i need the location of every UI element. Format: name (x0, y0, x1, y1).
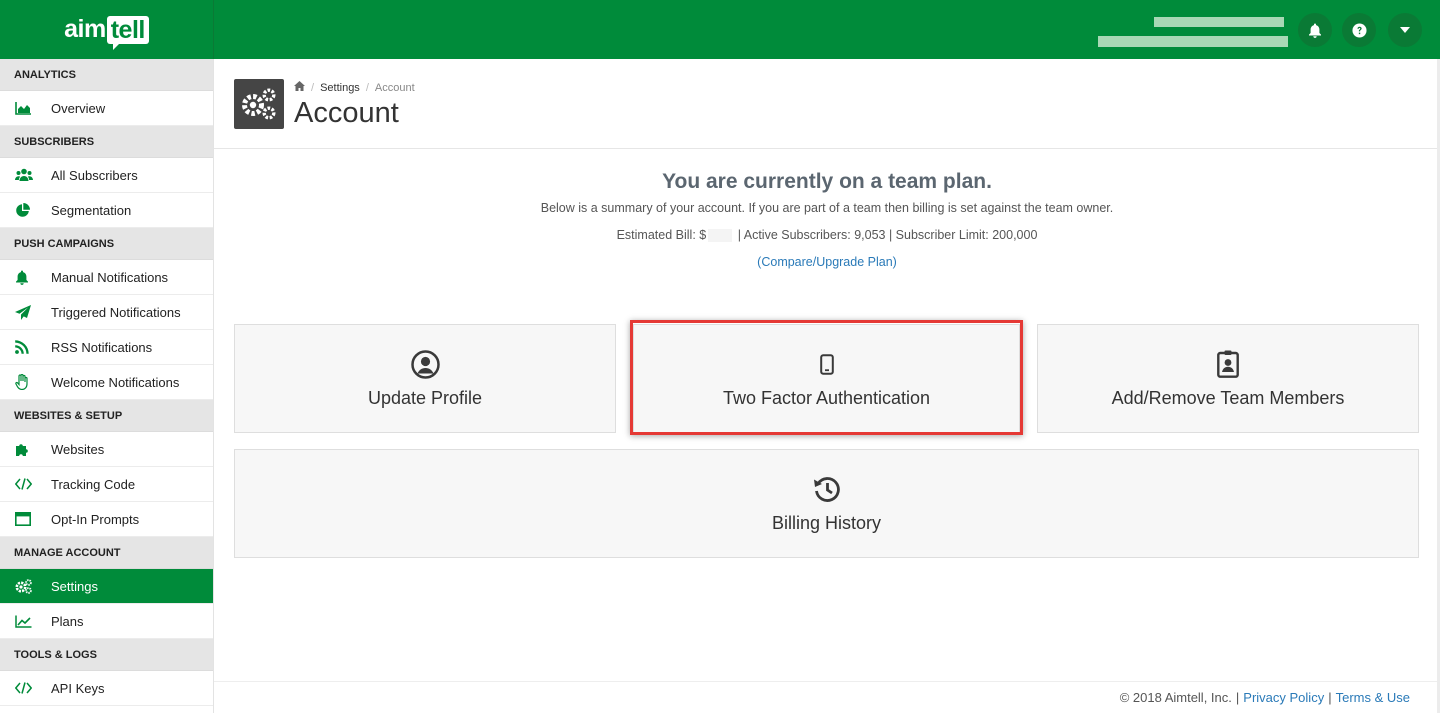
sidebar-section-websites-setup: WEBSITES & SETUP (0, 400, 213, 432)
estimated-bill-label: Estimated Bill: $ (616, 228, 707, 242)
users-icon (15, 167, 37, 183)
plan-heading: You are currently on a team plan. (662, 170, 992, 193)
sidebar-item-overview[interactable]: Overview (0, 91, 213, 126)
sidebar-item-label: API Keys (51, 680, 105, 696)
settings-gears-icon (234, 79, 284, 129)
sidebar-item-label: Tracking Code (51, 476, 136, 492)
breadcrumb: / Settings / Account (294, 81, 415, 94)
sidebar-item-label: Manual Notifications (51, 269, 169, 285)
sidebar-item-opt-in-prompts[interactable]: Opt-In Prompts (0, 502, 213, 537)
sidebar-item-api-keys[interactable]: API Keys (0, 671, 213, 706)
sidebar-section-push-campaigns: PUSH CAMPAIGNS (0, 228, 213, 260)
page-title: Account (294, 97, 399, 129)
bell-icon (15, 269, 37, 285)
compare-upgrade-plan-link[interactable]: (Compare/Upgrade Plan) (214, 255, 1440, 269)
code-icon (15, 476, 37, 492)
sidebar-item-label: Plans (51, 613, 84, 629)
top-bar: aim tell (0, 0, 1440, 59)
sidebar-item-label: Welcome Notifications (51, 374, 180, 390)
billing-stats: Estimated Bill: $ | Active Subscribers: … (214, 228, 1440, 243)
sidebar-item-segmentation[interactable]: Segmentation (0, 193, 213, 228)
footer-separator: | (1328, 690, 1332, 705)
sidebar-item-label: All Subscribers (51, 167, 138, 183)
update-profile-label: Update Profile (367, 388, 483, 408)
sidebar-item-label: Websites (51, 441, 105, 457)
logo-wordmark: aim tell (64, 15, 149, 50)
sidebar-item-websites[interactable]: Websites (0, 432, 213, 467)
terms-link[interactable]: Terms & Use (1336, 690, 1410, 705)
account-menu-button[interactable] (1388, 13, 1422, 47)
team-members-label: Add/Remove Team Members (1111, 388, 1345, 408)
id-badge-icon (1217, 348, 1239, 380)
help-button[interactable] (1342, 13, 1376, 47)
privacy-policy-link[interactable]: Privacy Policy (1243, 690, 1324, 705)
breadcrumb-separator: / (311, 81, 315, 94)
logo-text-aim: aim (64, 15, 106, 43)
history-icon (813, 473, 841, 505)
footer: © 2018 Aimtell, Inc. | Privacy Policy | … (214, 681, 1440, 713)
line-chart-icon (15, 613, 37, 629)
window-icon (15, 511, 37, 527)
sidebar-item-all-subscribers[interactable]: All Subscribers (0, 158, 213, 193)
page-header: / Settings / Account Account (214, 59, 1440, 149)
code-icon (15, 680, 37, 696)
sidebar-item-label: Opt-In Prompts (51, 511, 140, 527)
sidebar-item-tracking-code[interactable]: Tracking Code (0, 467, 213, 502)
hand-wave-icon (15, 374, 37, 390)
area-chart-icon (15, 100, 37, 116)
brand-logo[interactable]: aim tell (0, 0, 214, 59)
sidebar: ANALYTICS Overview SUBSCRIBERS All Subsc… (0, 59, 214, 713)
plan-description: Below is a summary of your account. If y… (540, 201, 1114, 215)
question-circle-icon (1351, 22, 1367, 38)
sidebar-item-rss-notifications[interactable]: RSS Notifications (0, 330, 213, 365)
redacted-bill-amount (708, 229, 733, 243)
sidebar-item-manual-notifications[interactable]: Manual Notifications (0, 260, 213, 295)
caret-down-icon (1400, 27, 1410, 33)
footer-separator: | (1235, 690, 1240, 705)
breadcrumb-separator: / (365, 81, 369, 94)
sidebar-item-welcome-notifications[interactable]: Welcome Notifications (0, 365, 213, 400)
sidebar-item-label: Triggered Notifications (51, 304, 181, 320)
sidebar-section-manage-account: MANAGE ACCOUNT (0, 537, 213, 569)
sidebar-item-label: Settings (51, 578, 98, 594)
mobile-phone-icon (819, 348, 834, 380)
subscriber-stats: | Active Subscribers: 9,053 | Subscriber… (737, 228, 1038, 242)
copyright-text: © 2018 Aimtell, Inc. (1119, 690, 1232, 705)
team-members-card[interactable]: Add/Remove Team Members (1037, 324, 1419, 433)
billing-history-card[interactable]: Billing History (234, 449, 1419, 558)
sidebar-item-plans[interactable]: Plans (0, 604, 213, 639)
gears-icon (15, 578, 37, 594)
pie-chart-icon (15, 202, 37, 218)
billing-history-label: Billing History (771, 513, 882, 533)
paper-plane-icon (15, 304, 37, 320)
sidebar-section-tools-logs: TOOLS & LOGS (0, 639, 213, 671)
breadcrumb-current: Account (374, 81, 415, 94)
redacted-username (1154, 17, 1284, 27)
sidebar-item-settings[interactable]: Settings (0, 569, 213, 604)
sidebar-section-analytics: ANALYTICS (0, 59, 213, 91)
update-profile-card[interactable]: Update Profile (234, 324, 616, 433)
sidebar-item-triggered-notifications[interactable]: Triggered Notifications (0, 295, 213, 330)
logo-text-tell: tell (106, 15, 149, 50)
two-factor-authentication-label: Two Factor Authentication (722, 388, 931, 408)
bell-icon (1309, 23, 1321, 38)
user-circle-icon (410, 348, 440, 380)
sidebar-item-label: Segmentation (51, 202, 132, 218)
redacted-account (1098, 36, 1288, 47)
notifications-button[interactable] (1298, 13, 1332, 47)
account-summary: You are currently on a team plan. Below … (214, 170, 1440, 269)
sidebar-section-subscribers: SUBSCRIBERS (0, 126, 213, 158)
two-factor-authentication-card[interactable]: Two Factor Authentication (633, 324, 1020, 433)
sidebar-item-label: Overview (51, 100, 106, 116)
puzzle-icon (15, 441, 37, 457)
sidebar-item-label: RSS Notifications (51, 339, 153, 355)
breadcrumb-settings[interactable]: Settings (320, 82, 360, 94)
rss-icon (15, 339, 37, 355)
home-icon[interactable] (294, 81, 305, 94)
